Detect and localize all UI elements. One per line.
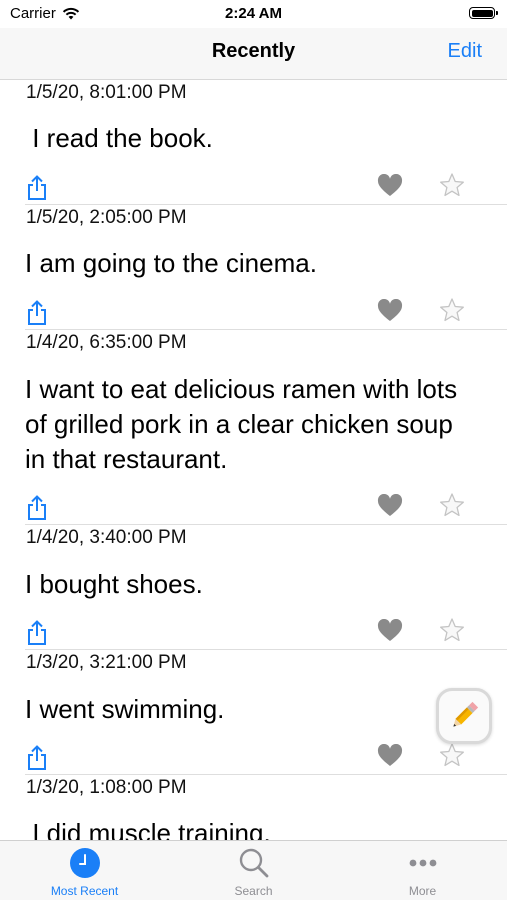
list-item: 1/3/20, 1:08:00 PM I did muscle training… xyxy=(0,775,507,840)
list-item: 1/4/20, 3:40:00 PM I bought shoes. xyxy=(0,525,507,650)
tab-label: Search xyxy=(234,884,273,898)
tab-bar: Most Recent Search More xyxy=(0,840,507,900)
edit-button[interactable]: Edit xyxy=(448,40,482,63)
entry-date: 1/5/20, 8:01:00 PM xyxy=(26,82,187,103)
entry-text: I did muscle training. xyxy=(25,818,271,840)
pencil-icon xyxy=(453,701,479,727)
page-title: Recently xyxy=(211,40,296,62)
entry-date: 1/4/20, 6:35:00 PM xyxy=(26,332,187,353)
entry-date: 1/5/20, 2:05:00 PM xyxy=(26,207,187,228)
tab-search[interactable]: Search xyxy=(169,841,338,901)
status-bar: Carrier 2:24 AM xyxy=(0,0,507,28)
entry-text: I read the book. xyxy=(25,123,213,153)
search-icon xyxy=(239,848,268,878)
navigation-bar: Recently Edit xyxy=(0,28,507,80)
status-time: 2:24 AM xyxy=(225,5,282,22)
more-icon xyxy=(409,859,436,867)
share-icon[interactable] xyxy=(25,300,49,326)
gray-heart-icon[interactable] xyxy=(377,299,403,323)
star-outline-icon[interactable] xyxy=(439,172,465,198)
tab-label: More xyxy=(408,884,437,898)
tab-label: Most Recent xyxy=(50,884,119,898)
share-icon[interactable] xyxy=(25,745,49,771)
list-item: 1/5/20, 8:01:00 PM I read the book. xyxy=(0,80,507,205)
star-outline-icon[interactable] xyxy=(439,742,465,768)
entry-list[interactable]: 1/5/20, 8:01:00 PM I read the book. 1/5/… xyxy=(0,80,507,840)
entry-text: I am going to the cinema. xyxy=(25,248,317,278)
star-outline-icon[interactable] xyxy=(439,617,465,643)
entry-date: 1/3/20, 1:08:00 PM xyxy=(26,777,187,798)
share-icon[interactable] xyxy=(25,175,49,201)
battery-icon xyxy=(469,7,498,19)
list-item: 1/4/20, 6:35:00 PM I want to eat delicio… xyxy=(0,330,507,525)
star-outline-icon[interactable] xyxy=(439,492,465,518)
gray-heart-icon[interactable] xyxy=(377,744,403,768)
entry-text: I want to eat delicious ramen with lots … xyxy=(25,374,458,474)
share-icon[interactable] xyxy=(25,495,49,521)
entry-text: I bought shoes. xyxy=(25,569,203,599)
gray-heart-icon[interactable] xyxy=(377,174,403,198)
entry-date: 1/4/20, 3:40:00 PM xyxy=(26,527,187,548)
tab-more[interactable]: More xyxy=(338,841,507,901)
tab-most-recent[interactable]: Most Recent xyxy=(0,841,169,901)
share-icon[interactable] xyxy=(25,620,49,646)
entry-date: 1/3/20, 3:21:00 PM xyxy=(26,652,187,673)
clock-icon xyxy=(69,848,100,878)
list-item: 1/3/20, 3:21:00 PM I went swimming. xyxy=(0,650,507,775)
entry-text: I went swimming. xyxy=(25,694,225,724)
compose-button[interactable] xyxy=(436,688,492,744)
star-outline-icon[interactable] xyxy=(439,297,465,323)
list-item: 1/5/20, 2:05:00 PM I am going to the cin… xyxy=(0,205,507,330)
gray-heart-icon[interactable] xyxy=(377,619,403,643)
gray-heart-icon[interactable] xyxy=(377,494,403,518)
